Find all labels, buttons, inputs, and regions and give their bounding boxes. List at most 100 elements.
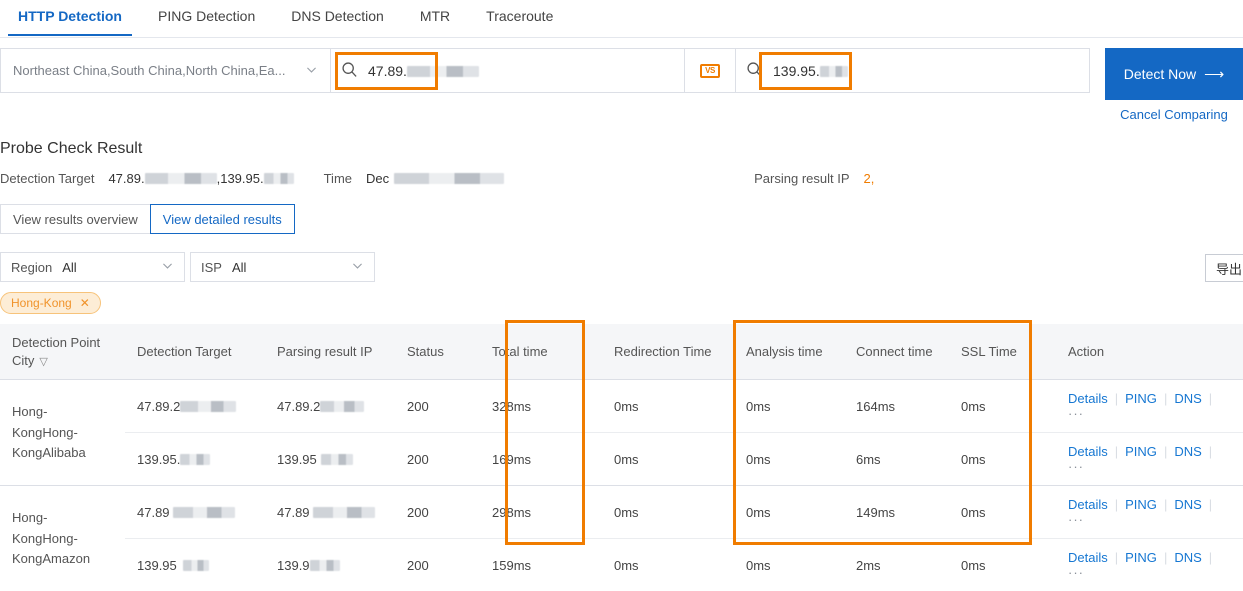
- time-value: Dec: [366, 171, 505, 186]
- chevron-down-icon: [161, 259, 174, 275]
- details-link[interactable]: Details: [1068, 550, 1108, 565]
- cell-analysis-time: 0ms: [734, 485, 844, 539]
- isp-filter-label: ISP: [201, 259, 222, 275]
- cell-status: 200: [395, 485, 480, 539]
- target1-field-cell[interactable]: 47.89.: [331, 49, 684, 92]
- col-redirection-time: Redirection Time: [602, 324, 734, 380]
- target1-input[interactable]: 47.89.: [368, 63, 479, 79]
- redacted-text: [312, 506, 375, 518]
- filter-tag-hong-kong[interactable]: Hong-Kong ✕: [0, 292, 101, 314]
- more-actions-icon[interactable]: ···: [1068, 512, 1084, 527]
- cell-city: Hong-KongHong-KongAlibaba: [0, 379, 125, 486]
- tab-mtr[interactable]: MTR: [402, 0, 468, 35]
- view-results-overview-button[interactable]: View results overview: [0, 204, 151, 234]
- col-analysis-time: Analysis time: [734, 324, 844, 380]
- dns-link[interactable]: DNS: [1174, 497, 1201, 512]
- ping-link[interactable]: PING: [1125, 391, 1157, 406]
- tab-label: DNS Detection: [291, 8, 384, 24]
- detection-target-a: 47.89.: [108, 171, 145, 186]
- tab-traceroute[interactable]: Traceroute: [468, 0, 571, 35]
- divider: |: [1114, 444, 1119, 460]
- cell-redirection-time: 0ms: [602, 538, 734, 591]
- cell-action: Details | PING | DNS | ···: [1056, 485, 1243, 539]
- dns-link[interactable]: DNS: [1174, 391, 1201, 406]
- details-link[interactable]: Details: [1068, 497, 1108, 512]
- cancel-comparing-link[interactable]: Cancel Comparing: [1105, 107, 1243, 122]
- redacted-text: [182, 559, 209, 571]
- ping-link[interactable]: PING: [1125, 444, 1157, 459]
- target-text: 139.95.: [137, 451, 181, 467]
- tab-label: MTR: [419, 8, 451, 24]
- target2-field-cell[interactable]: 139.95.: [736, 49, 1089, 92]
- cell-detection-target: 47.89: [125, 485, 265, 539]
- cell-total-time: 159ms: [480, 538, 602, 591]
- vs-badge-cell: VS: [684, 49, 736, 92]
- divider: |: [1163, 444, 1168, 460]
- cell-connect-time: 2ms: [844, 538, 949, 591]
- close-icon[interactable]: ✕: [80, 296, 90, 310]
- parsed-text: 47.89: [277, 504, 310, 520]
- more-actions-icon[interactable]: ···: [1068, 565, 1084, 580]
- page-title: Probe Check Result: [0, 140, 143, 157]
- region-filter-select[interactable]: Region All: [0, 252, 185, 282]
- target2-input[interactable]: 139.95.: [773, 63, 848, 79]
- target2-value: 139.95.: [773, 62, 820, 79]
- cell-total-time: 298ms: [480, 485, 602, 539]
- col-total-time: Total time: [480, 324, 602, 380]
- isp-filter-select[interactable]: ISP All: [190, 252, 375, 282]
- redacted-text: [180, 453, 211, 465]
- cell-ssl-time: 0ms: [949, 432, 1056, 486]
- cell-action: Details | PING | DNS | ···: [1056, 538, 1243, 591]
- region-select[interactable]: Northeast China,South China,North China,…: [1, 49, 331, 92]
- results-table-wrapper: Detection Point City ▽ Detection Target P…: [0, 324, 1243, 591]
- tab-ping-detection[interactable]: PING Detection: [140, 0, 273, 35]
- divider: |: [1208, 391, 1213, 407]
- ping-link[interactable]: PING: [1125, 497, 1157, 512]
- cell-redirection-time: 0ms: [602, 379, 734, 433]
- cell-analysis-time: 0ms: [734, 432, 844, 486]
- cell-total-time: 328ms: [480, 379, 602, 433]
- more-actions-icon[interactable]: ···: [1068, 459, 1084, 474]
- redacted-text: [320, 453, 353, 465]
- region-filter-label: Region: [11, 259, 53, 275]
- redacted-text: [263, 173, 294, 184]
- details-link[interactable]: Details: [1068, 444, 1108, 459]
- cell-total-time: 169ms: [480, 432, 602, 486]
- dns-link[interactable]: DNS: [1174, 444, 1201, 459]
- tab-label: PING Detection: [157, 8, 256, 24]
- isp-filter-value: All: [231, 259, 247, 275]
- detect-now-button[interactable]: Detect Now ⟶: [1105, 48, 1243, 100]
- ping-link[interactable]: PING: [1125, 550, 1157, 565]
- redacted-text: [819, 65, 848, 77]
- table-row: 139.95 139.9 200 159ms 0ms 0ms 2ms 0ms D…: [0, 538, 1243, 591]
- cell-parsing-result-ip: 139.95: [265, 432, 395, 486]
- cell-ssl-time: 0ms: [949, 538, 1056, 591]
- detection-target-b: 139.95.: [220, 171, 264, 186]
- filter-funnel-icon[interactable]: ▽: [39, 356, 47, 368]
- divider: |: [1163, 550, 1168, 566]
- col-detection-point-city[interactable]: Detection Point City ▽: [0, 324, 125, 380]
- details-link[interactable]: Details: [1068, 391, 1108, 406]
- more-actions-icon[interactable]: ···: [1068, 406, 1084, 421]
- cell-parsing-result-ip: 47.89: [265, 485, 395, 539]
- chevron-down-icon: [351, 259, 364, 275]
- col-detection-target: Detection Target: [125, 324, 265, 380]
- tab-http-detection[interactable]: HTTP Detection: [0, 0, 140, 36]
- redacted-text: [144, 173, 217, 184]
- view-detailed-results-button[interactable]: View detailed results: [149, 204, 295, 234]
- target-text: 47.89.2: [137, 398, 181, 414]
- arrow-right-icon: ⟶: [1204, 65, 1225, 82]
- search-input-group: Northeast China,South China,North China,…: [0, 48, 1090, 93]
- dns-link[interactable]: DNS: [1174, 550, 1201, 565]
- cell-redirection-time: 0ms: [602, 432, 734, 486]
- export-button[interactable]: 导出: [1205, 254, 1243, 282]
- divider: |: [1163, 497, 1168, 513]
- divider: |: [1114, 550, 1119, 566]
- col-parsing-result-ip: Parsing result IP: [265, 324, 395, 380]
- search-icon: [746, 61, 763, 81]
- tab-label: HTTP Detection: [18, 8, 122, 24]
- tab-dns-detection[interactable]: DNS Detection: [273, 0, 402, 35]
- region-select-value: Northeast China,South China,North China,…: [13, 63, 286, 78]
- vs-badge-icon: VS: [700, 63, 720, 78]
- chevron-down-icon: [305, 63, 318, 79]
